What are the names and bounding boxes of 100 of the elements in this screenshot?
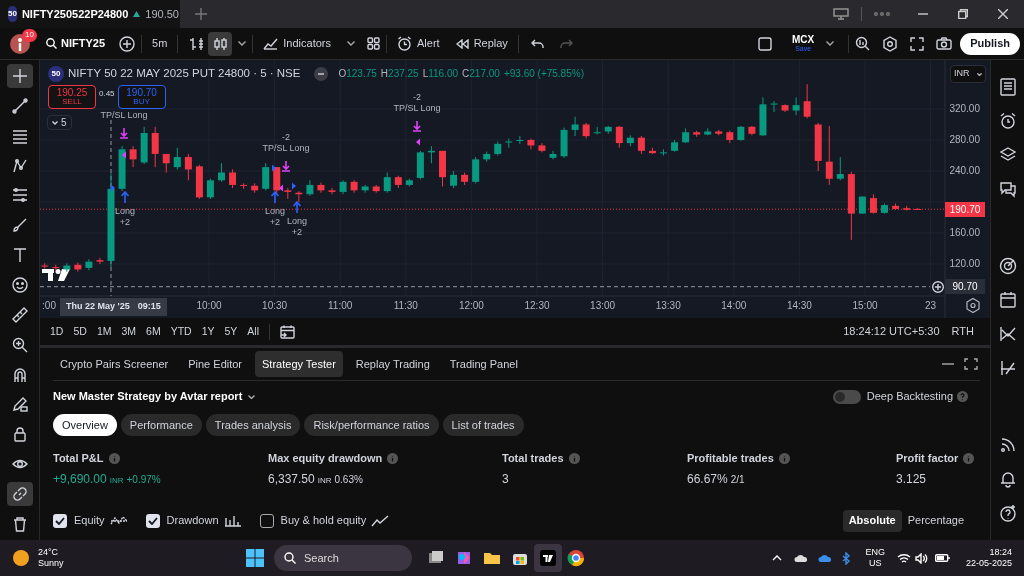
time-label: 13:30 bbox=[655, 300, 681, 311]
indicators-button[interactable]: Indicators bbox=[259, 35, 335, 52]
trade-label: +2 bbox=[119, 217, 131, 227]
clock-text: 18:24:12 UTC+5:30 bbox=[843, 324, 940, 340]
time-label: 11:30 bbox=[393, 300, 418, 311]
trade-label: Long bbox=[115, 206, 135, 216]
symbol-text: NIFTY25 bbox=[61, 36, 105, 52]
mode-button[interactable]: Absolute bbox=[842, 509, 902, 532]
checkbox-label: Drawdown bbox=[166, 513, 219, 529]
time-label: 11:00 bbox=[328, 300, 353, 311]
price-label: 280.00 bbox=[949, 134, 980, 146]
taskbar-search-field[interactable]: Search bbox=[274, 545, 412, 571]
range-button[interactable]: 5Y bbox=[224, 323, 238, 340]
panel-tab[interactable]: Strategy Tester bbox=[255, 351, 343, 377]
indicators-toggle[interactable]: 5 bbox=[47, 115, 72, 130]
time-label: 10:30 bbox=[262, 300, 288, 311]
tooltip-date: Thu 22 May '25 bbox=[66, 300, 130, 314]
panel-tab[interactable]: Replay Trading bbox=[348, 351, 437, 377]
chart-tab[interactable]: 50 NIFTY250522P24800 190.50 bbox=[0, 0, 180, 28]
weather-condition: Sunny bbox=[38, 558, 64, 570]
checkbox-label: Buy & hold equity bbox=[280, 513, 367, 529]
metric-value: 3.125 bbox=[896, 470, 927, 488]
buy-label: BUY bbox=[133, 98, 150, 106]
symbol-badge: 50 bbox=[48, 65, 64, 82]
trade-label: Long bbox=[287, 216, 307, 226]
spread-value: 0.45 bbox=[99, 88, 115, 100]
language-code: ENG bbox=[865, 546, 885, 558]
range-button[interactable]: 1M bbox=[96, 323, 112, 340]
range-button[interactable]: 6M bbox=[146, 323, 161, 340]
time-label: 12:00 bbox=[458, 300, 484, 311]
toggle-label: Deep Backtesting bbox=[866, 389, 953, 405]
metric-label: Total P&L bbox=[53, 451, 104, 466]
ohlc-key: H bbox=[380, 66, 389, 82]
interval-button[interactable]: 5m bbox=[148, 35, 172, 52]
time-label: 10:00 bbox=[196, 300, 222, 311]
sell-button[interactable]: 190.25 SELL bbox=[48, 85, 96, 109]
currency-dropdown[interactable]: INR bbox=[950, 65, 986, 83]
report-tab[interactable]: List of trades bbox=[442, 414, 524, 436]
range-button[interactable]: 5D bbox=[73, 323, 87, 340]
region-code: US bbox=[868, 558, 882, 570]
taskbar-search-input[interactable]: Search bbox=[304, 549, 394, 567]
layout-name: MCX bbox=[792, 35, 815, 45]
report-tab[interactable]: Performance bbox=[120, 414, 202, 436]
trade-label: -2 bbox=[282, 132, 290, 142]
clock-date: 22-05-2025 bbox=[965, 558, 1012, 570]
notification-badge: 10 bbox=[22, 28, 37, 42]
ohlc-key: C bbox=[462, 66, 470, 82]
buy-button[interactable]: 190.70 BUY bbox=[117, 85, 166, 109]
publish-button[interactable]: Publish bbox=[960, 32, 1020, 55]
range-button[interactable]: 3M bbox=[121, 323, 137, 340]
ohlc-key: O bbox=[338, 66, 347, 82]
metric-value: 3 bbox=[502, 470, 509, 488]
report-tab[interactable]: Risk/performance ratios bbox=[304, 414, 439, 436]
price-label: 240.00 bbox=[949, 165, 980, 177]
metric-value: 66.67% bbox=[687, 470, 728, 488]
trade-label: -2 bbox=[413, 92, 421, 102]
report-tab[interactable]: Trades analysis bbox=[205, 414, 301, 436]
trade-label: TP/SL Long bbox=[393, 103, 441, 113]
metric-extra: 2/1 bbox=[730, 472, 745, 487]
metric-label: Profit factor bbox=[896, 451, 959, 466]
symbol-search[interactable]: NIFTY25 bbox=[46, 35, 105, 52]
weather-temperature: 24°C bbox=[38, 546, 60, 558]
sell-price: 190.25 bbox=[56, 88, 88, 98]
time-label: 15:00 bbox=[852, 300, 878, 311]
metric-label: Max equity drawdown bbox=[268, 451, 383, 466]
metric-label: Total trades bbox=[502, 451, 564, 466]
trade-label: TP/SL Long bbox=[262, 143, 310, 153]
ohlc-value: 123.75 bbox=[346, 67, 377, 82]
price-label: 160.00 bbox=[949, 227, 980, 239]
ohlc-value: 217.00 bbox=[469, 67, 500, 82]
clock-time: 18:24 bbox=[989, 546, 1012, 558]
strategy-dropdown[interactable]: New Master Strategy by Avtar report bbox=[53, 388, 256, 405]
trade-label: +2 bbox=[269, 217, 281, 227]
panel-tab[interactable]: Trading Panel bbox=[442, 351, 525, 377]
price-change: +93.60 (+75.85%) bbox=[503, 67, 584, 82]
range-button[interactable]: All bbox=[247, 323, 259, 340]
trade-label: Long bbox=[265, 206, 285, 216]
language-indicator[interactable]: ENG US bbox=[865, 546, 885, 570]
range-button[interactable]: YTD bbox=[170, 323, 192, 340]
metric-value: 6,337.50 bbox=[268, 470, 315, 488]
metric-unit: INR bbox=[317, 474, 332, 487]
panel-tab[interactable]: Crypto Pairs Screener bbox=[53, 351, 176, 377]
alert-button[interactable]: Alert bbox=[393, 35, 444, 52]
tooltip-time: 09:15 bbox=[137, 300, 161, 314]
range-button[interactable]: 1Y bbox=[201, 323, 215, 340]
ohlc-key: L bbox=[422, 66, 429, 82]
panel-tab[interactable]: Pine Editor bbox=[181, 351, 250, 377]
ohlc-value: 116.00 bbox=[428, 67, 459, 82]
mode-button[interactable]: Percentage bbox=[901, 509, 970, 532]
report-tab[interactable]: Overview bbox=[53, 414, 117, 436]
chart-symbol-title: NIFTY 50 22 MAY 2025 PUT 24800 · 5 · NSE bbox=[68, 66, 301, 81]
price-label: 320.00 bbox=[949, 103, 980, 115]
tab-price: 190.50 bbox=[145, 6, 179, 22]
metric-extra: 0.63% bbox=[334, 472, 363, 487]
session-button[interactable]: RTH bbox=[951, 323, 974, 340]
time-label: 14:30 bbox=[786, 300, 812, 311]
range-button[interactable]: 1D bbox=[50, 323, 64, 340]
replay-button[interactable]: Replay bbox=[451, 35, 512, 52]
symbol-badge: 50 bbox=[8, 6, 17, 22]
price-tag: 190.70 bbox=[945, 201, 985, 217]
